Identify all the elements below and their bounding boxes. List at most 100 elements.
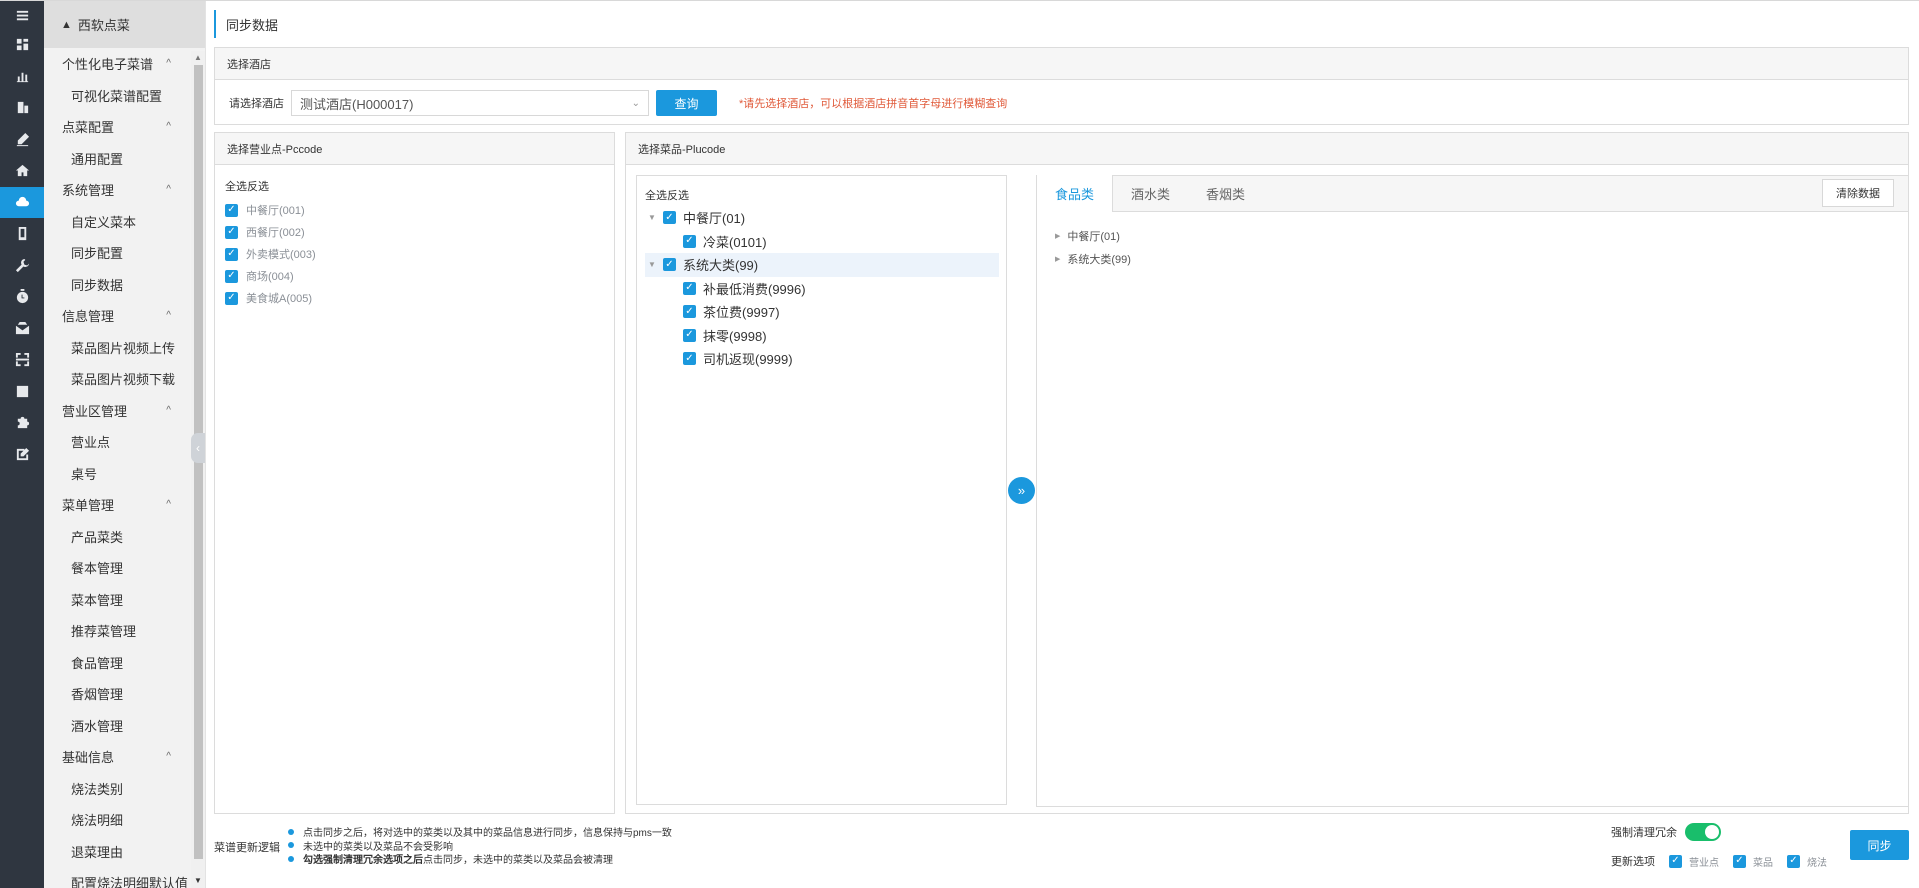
rail-item-bar-chart[interactable]: [0, 61, 44, 93]
rail-item-list[interactable]: [0, 376, 44, 408]
checkbox-checked[interactable]: ✓: [1787, 854, 1800, 868]
rail-item-building[interactable]: [0, 92, 44, 124]
checkbox-checked[interactable]: ✓: [663, 211, 676, 225]
checkbox-checked[interactable]: ✓: [225, 203, 238, 217]
checkbox-checked[interactable]: ✓: [683, 328, 696, 342]
tab-food[interactable]: 食品类: [1037, 175, 1114, 212]
page-title: 同步数据: [214, 10, 278, 38]
tree-leaf[interactable]: ✓ 冷菜(0101): [645, 230, 999, 254]
checkbox-checked[interactable]: ✓: [683, 305, 696, 319]
pccode-item[interactable]: ✓ 中餐厅(001): [225, 199, 316, 221]
pccode-item[interactable]: ✓ 美食城A(005): [225, 287, 316, 309]
rail-item-dashboard[interactable]: [0, 29, 44, 61]
checkbox-checked[interactable]: ✓: [683, 234, 696, 248]
menu-list: 个性化电子菜谱 ^ 可视化菜谱配置 点菜配置 ^ 通用配置 系统管理 ^ 自定义菜本 同步配置 同步…: [44, 48, 205, 888]
menu-item[interactable]: 菜本管理: [44, 584, 205, 616]
menu-group[interactable]: 基础信息 ^: [44, 741, 205, 773]
checkbox-checked[interactable]: ✓: [683, 281, 696, 295]
menu-group[interactable]: 营业区管理 ^: [44, 395, 205, 427]
menu-item[interactable]: 香烟管理: [44, 678, 205, 710]
menu-item[interactable]: 配置烧法明细默认值: [44, 867, 205, 888]
hotel-select[interactable]: 测试酒店(H000017) ⌄: [291, 90, 649, 116]
rail-item-mail[interactable]: [0, 313, 44, 345]
rail-item-scan[interactable]: [0, 344, 44, 376]
caret-right-icon[interactable]: ▶: [1055, 255, 1060, 263]
side-menu: ▲ 西软点菜 个性化电子菜谱 ^ 可视化菜谱配置 点菜配置 ^ 通用配置 系统管理 ^ 自定义菜…: [44, 1, 206, 888]
pccode-select-all[interactable]: 全选反选: [225, 178, 316, 194]
plucode-select-all[interactable]: 全选反选: [645, 187, 999, 203]
checkbox-checked[interactable]: ✓: [225, 291, 238, 305]
menu-header[interactable]: ▲ 西软点菜: [44, 1, 205, 48]
checkbox-checked[interactable]: ✓: [663, 258, 676, 272]
menu-item[interactable]: 桌号: [44, 458, 205, 490]
scroll-up-icon[interactable]: ▲: [194, 53, 202, 62]
rail-item-pen[interactable]: [0, 124, 44, 156]
checkbox-checked[interactable]: ✓: [683, 352, 696, 366]
menu-item[interactable]: 自定义菜本: [44, 206, 205, 238]
menu-item[interactable]: 同步配置: [44, 237, 205, 269]
rail-item-home[interactable]: [0, 155, 44, 187]
caret-right-icon[interactable]: ▶: [1055, 232, 1060, 240]
tree-node[interactable]: ▼ ✓ 系统大类(99): [645, 253, 999, 277]
menu-item[interactable]: 酒水管理: [44, 710, 205, 742]
chevron-up-icon: ^: [166, 184, 171, 196]
menu-item[interactable]: 菜品图片视频上传: [44, 332, 205, 364]
pccode-item[interactable]: ✓ 商场(004): [225, 265, 316, 287]
tree-leaf[interactable]: ✓ 补最低消费(9996): [645, 277, 999, 301]
tree-leaf[interactable]: ✓ 抹零(9998): [645, 324, 999, 348]
result-tree-node[interactable]: ▶ 系统大类(99): [1037, 247, 1908, 270]
update-option-cooking[interactable]: ✓ 烧法: [1787, 854, 1827, 869]
menu-item[interactable]: 通用配置: [44, 143, 205, 175]
menu-item[interactable]: 同步数据: [44, 269, 205, 301]
move-to-right-button[interactable]: »: [1008, 477, 1035, 504]
result-tree-node[interactable]: ▶ 中餐厅(01): [1037, 224, 1908, 247]
checkbox-checked[interactable]: ✓: [1733, 854, 1746, 868]
rail-item-timer[interactable]: [0, 281, 44, 313]
update-option-pccode[interactable]: ✓ 营业点: [1669, 854, 1719, 869]
rail-item-cloud[interactable]: [0, 186, 44, 218]
force-clean-toggle[interactable]: [1685, 823, 1721, 841]
menu-group[interactable]: 菜单管理 ^: [44, 489, 205, 521]
caret-down-icon[interactable]: ▼: [645, 260, 659, 269]
collapse-menu-handle[interactable]: ‹: [191, 433, 205, 463]
clear-data-button[interactable]: 清除数据: [1822, 179, 1894, 207]
tab-drinks[interactable]: 酒水类: [1113, 175, 1188, 211]
menu-item[interactable]: 餐本管理: [44, 552, 205, 584]
checkbox-checked[interactable]: ✓: [1669, 854, 1682, 868]
menu-item[interactable]: 食品管理: [44, 647, 205, 679]
checkbox-checked[interactable]: ✓: [225, 247, 238, 261]
list-icon: [16, 385, 28, 397]
menu-item[interactable]: 菜品图片视频下载: [44, 363, 205, 395]
pccode-item[interactable]: ✓ 外卖模式(003): [225, 243, 316, 265]
menu-item[interactable]: 营业点: [44, 426, 205, 458]
query-button[interactable]: 查询: [656, 90, 717, 116]
tab-tobacco[interactable]: 香烟类: [1188, 175, 1263, 211]
rail-item-edit[interactable]: [0, 439, 44, 471]
menu-scrollbar[interactable]: ▲ ▼: [191, 51, 205, 888]
menu-group[interactable]: 个性化电子菜谱 ^: [44, 48, 205, 80]
tree-leaf[interactable]: ✓ 司机返现(9999): [645, 347, 999, 371]
menu-group[interactable]: 系统管理 ^: [44, 174, 205, 206]
rail-item-wrench[interactable]: [0, 250, 44, 282]
menu-group[interactable]: 信息管理 ^: [44, 300, 205, 332]
menu-item[interactable]: 可视化菜谱配置: [44, 80, 205, 112]
caret-down-icon[interactable]: ▼: [645, 213, 659, 222]
checkbox-checked[interactable]: ✓: [225, 225, 238, 239]
rail-item-tablet[interactable]: [0, 218, 44, 250]
tree-node[interactable]: ▼ ✓ 中餐厅(01): [645, 206, 999, 230]
menu-item[interactable]: 退菜理由: [44, 836, 205, 868]
update-option-dish[interactable]: ✓ 菜品: [1733, 854, 1773, 869]
menu-item[interactable]: 产品菜类: [44, 521, 205, 553]
menu-group[interactable]: 点菜配置 ^: [44, 111, 205, 143]
tree-leaf[interactable]: ✓ 茶位费(9997): [645, 300, 999, 324]
menu-item[interactable]: 推荐菜管理: [44, 615, 205, 647]
menu-item[interactable]: 烧法类别: [44, 773, 205, 805]
checkbox-checked[interactable]: ✓: [225, 269, 238, 283]
logic-item: 勾选强制清理冗余选项之后 点击同步，未选中的菜类以及菜品会被清理: [288, 852, 672, 866]
rail-item-puzzle[interactable]: [0, 407, 44, 439]
menu-item[interactable]: 烧法明细: [44, 804, 205, 836]
sync-button[interactable]: 同步: [1850, 830, 1909, 860]
scroll-down-icon[interactable]: ▼: [194, 876, 202, 885]
pccode-item[interactable]: ✓ 西餐厅(002): [225, 221, 316, 243]
rail-item-menu[interactable]: [0, 1, 44, 29]
